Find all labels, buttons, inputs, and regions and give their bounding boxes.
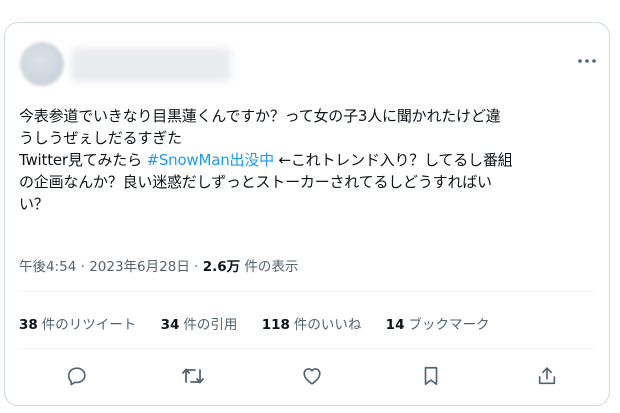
tweet-line: の企画なんか？良い迷惑だしずっとストーカーされてるしどうすればい [19,173,492,191]
user-name-blurred[interactable] [71,48,231,82]
tweet-line-pre: Twitter見てみたら [19,151,147,169]
quotes-label: 件の引用 [183,317,238,333]
quotes-count: 34 [160,317,180,333]
tweet-text: 今表参道でいきなり目黒蓮くんですか？って女の子3人に聞かれたけど違 うしうぜぇし… [19,105,599,215]
avatar[interactable] [20,42,64,86]
likes-label: 件のいいね [293,317,362,333]
action-bar [5,359,609,395]
tweet-line: Twitter見てみたら #SnowMan出没中 ←これトレンド入り？してるし番… [19,149,599,171]
tweet-line: うしうぜぇしだるすぎた [19,129,182,147]
bookmark-icon[interactable] [416,361,446,391]
bookmarks-label: ブックマーク [408,317,490,333]
divider [19,348,595,349]
bookmarks-stat[interactable]: 14 ブックマーク [386,313,490,333]
views-count: 2.6万 [202,259,241,275]
meta-separator: · [76,259,90,275]
likes-stat[interactable]: 118 件のいいね [262,313,362,333]
tweet-time[interactable]: 午後4:54 [19,259,76,275]
tweet-card: 今表参道でいきなり目黒蓮くんですか？って女の子3人に聞かれたけど違 うしうぜぇし… [4,22,610,406]
quotes-stat[interactable]: 34 件の引用 [161,313,238,333]
divider [19,291,595,292]
retweet-icon[interactable] [178,361,208,391]
tweet-line: 今表参道でいきなり目黒蓮くんですか？って女の子3人に聞かれたけど違 [19,107,501,125]
share-icon[interactable] [532,361,562,391]
engagement-stats: 38 件のリツイート 34 件の引用 118 件のいいね 14 ブックマーク [19,313,509,333]
retweets-count: 38 [19,317,38,333]
likes-count: 118 [261,317,290,333]
retweets-label: 件のリツイート [41,317,137,333]
meta-separator: · [189,259,203,275]
more-icon[interactable] [575,51,599,71]
tweet-line: い？ [19,195,49,213]
heart-icon[interactable] [297,361,327,391]
retweets-stat[interactable]: 38 件のリツイート [19,313,136,333]
views-label: 件の表示 [240,259,299,275]
tweet-line-post: ←これトレンド入り？してるし番組 [273,151,513,169]
reply-icon[interactable] [62,361,92,391]
tweet-date[interactable]: 2023年6月28日 [89,259,190,275]
hashtag-link[interactable]: #SnowMan出没中 [146,151,274,169]
tweet-meta: 午後4:54 · 2023年6月28日 · 2.6万 件の表示 [19,255,298,275]
bookmarks-count: 14 [385,317,405,333]
